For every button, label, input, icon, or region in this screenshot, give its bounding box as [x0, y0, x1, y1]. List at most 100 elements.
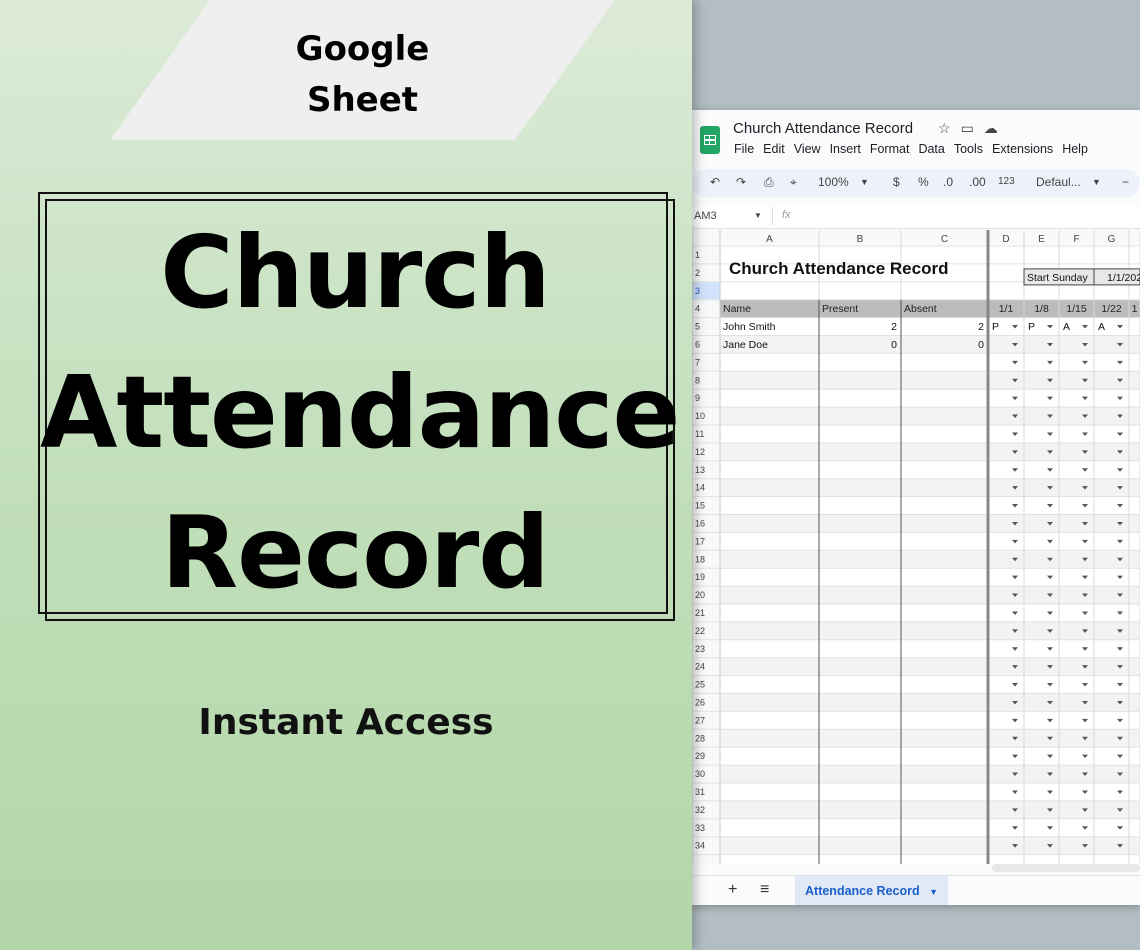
row-stripe: [720, 442, 1140, 461]
column-letter: F: [1073, 234, 1079, 245]
dropdown-arrow-icon: [1082, 504, 1088, 508]
redo-icon[interactable]: ↷: [736, 175, 746, 189]
row-stripe: [720, 335, 1140, 354]
dropdown-arrow-icon: [1047, 325, 1053, 329]
dropdown-arrow-icon: [1012, 360, 1018, 365]
column-letter: B: [857, 234, 864, 245]
increase-decimal-button[interactable]: .00: [969, 175, 986, 189]
menu-edit[interactable]: Edit: [763, 142, 785, 156]
row-number: 30: [695, 769, 705, 779]
dropdown-arrow-icon: [1047, 539, 1053, 544]
cloud-status-icon[interactable]: ☁: [984, 120, 998, 137]
row-number: 29: [695, 751, 705, 761]
formula-bar: AM3 ▼ fx: [692, 206, 1140, 229]
menu-extensions[interactable]: Extensions: [992, 142, 1053, 156]
row-stripe: [720, 586, 1140, 604]
dropdown-arrow-icon: [1082, 575, 1088, 580]
dropdown-arrow-icon: [1012, 468, 1018, 472]
name-box[interactable]: AM3: [694, 210, 717, 222]
percent-button[interactable]: %: [918, 175, 929, 189]
menu-format[interactable]: Format: [870, 142, 910, 156]
document-title[interactable]: Church Attendance Record: [733, 120, 913, 137]
menu-bar: File Edit View Insert Format Data Tools Extensi…: [734, 142, 1097, 156]
decrease-decimal-button[interactable]: .0: [943, 175, 953, 189]
dropdown-arrow-icon: [1117, 754, 1123, 759]
font-size-decrease-button[interactable]: −: [1122, 175, 1129, 189]
row-number: 16: [695, 519, 705, 529]
spreadsheet-grid[interactable]: A B C D E F G 1 2 3 4 5 6 7 8 9 10 11 12 13 14 15 16 17 18 19 20 21…: [692, 230, 1140, 864]
divider: [772, 207, 773, 225]
row-number: 10: [695, 411, 705, 421]
chevron-down-icon: ▼: [860, 177, 869, 187]
zoom-select[interactable]: 100%: [818, 175, 849, 189]
row-number: 11: [695, 429, 704, 439]
sheets-logo-icon[interactable]: [700, 126, 720, 154]
dropdown-arrow-icon: [1012, 790, 1018, 794]
grid-svg: A B C D E F G123456789101112131415161718192021…: [692, 230, 1140, 864]
font-select[interactable]: Defaul...: [1036, 175, 1081, 189]
cell-absent: 2: [978, 321, 984, 333]
row-number: 5: [695, 322, 700, 332]
dropdown-arrow-icon: [1082, 468, 1088, 472]
dropdown-arrow-icon: [1082, 539, 1088, 544]
dropdown-arrow-icon: [1082, 611, 1088, 615]
dropdown-arrow-icon: [1047, 360, 1053, 365]
dropdown-arrow-icon: [1012, 325, 1018, 329]
column-letter: E: [1038, 234, 1045, 245]
move-folder-icon[interactable]: ▭: [961, 120, 974, 137]
dropdown-arrow-icon: [1117, 647, 1123, 651]
row-number: 34: [695, 841, 705, 851]
menu-data[interactable]: Data: [918, 142, 944, 156]
date-header: 1: [1132, 303, 1138, 315]
row-number: 2: [695, 268, 700, 278]
row-stripe: [720, 478, 1140, 497]
all-sheets-button[interactable]: ≡: [760, 881, 769, 899]
add-sheet-button[interactable]: +: [728, 881, 737, 899]
dropdown-arrow-icon: [1012, 683, 1018, 687]
row-number: 17: [695, 536, 705, 546]
promo-panel: Google Sheet Church Attendance Record In…: [0, 0, 692, 950]
dropdown-arrow-icon: [1117, 432, 1123, 436]
star-icon[interactable]: ☆: [938, 120, 951, 137]
menu-view[interactable]: View: [794, 142, 821, 156]
dropdown-arrow-icon: [1082, 683, 1088, 687]
dropdown-arrow-icon: [1047, 718, 1053, 723]
attendance-mark: P: [992, 321, 999, 333]
paint-format-icon[interactable]: ⌖: [790, 175, 797, 190]
row-stripe: [720, 765, 1140, 783]
row-stripe: [720, 407, 1140, 425]
undo-icon[interactable]: ↶: [710, 175, 720, 189]
dropdown-arrow-icon: [1012, 539, 1018, 544]
date-header: 1/22: [1101, 303, 1122, 315]
print-icon[interactable]: ⎙: [764, 175, 774, 190]
menu-help[interactable]: Help: [1062, 142, 1088, 156]
menu-insert[interactable]: Insert: [830, 142, 861, 156]
row-number: 14: [695, 483, 705, 493]
number-format-button[interactable]: 123: [998, 176, 1015, 187]
sheet-title: Church Attendance Record: [729, 259, 948, 278]
dropdown-arrow-icon: [1012, 754, 1018, 759]
table-header: Name: [723, 303, 751, 315]
menu-tools[interactable]: Tools: [954, 142, 983, 156]
title-icons: ☆ ▭ ☁: [938, 120, 1008, 137]
row-number: 23: [695, 644, 705, 654]
row-number: 13: [695, 465, 705, 475]
horizontal-scrollbar[interactable]: [992, 864, 1140, 872]
dropdown-arrow-icon: [1047, 432, 1053, 436]
row-number: 33: [695, 823, 705, 833]
menu-file[interactable]: File: [734, 142, 754, 156]
currency-button[interactable]: $: [893, 175, 900, 189]
row-number: 3: [695, 286, 700, 296]
dropdown-arrow-icon: [1047, 826, 1053, 830]
dropdown-arrow-icon: [1082, 432, 1088, 436]
column-letter: A: [766, 234, 773, 245]
dropdown-arrow-icon: [1117, 683, 1123, 687]
attendance-mark: A: [1063, 321, 1070, 333]
sheet-tabs-bar: + ≡ Attendance Record ▼: [692, 875, 1140, 905]
row-number: 27: [695, 715, 705, 725]
tab-attendance-record[interactable]: Attendance Record ▼: [795, 876, 948, 905]
dropdown-arrow-icon: [1117, 790, 1123, 794]
cell-name: Jane Doe: [723, 339, 768, 351]
date-header: 1/1: [999, 303, 1014, 315]
cell-name: John Smith: [723, 321, 776, 333]
